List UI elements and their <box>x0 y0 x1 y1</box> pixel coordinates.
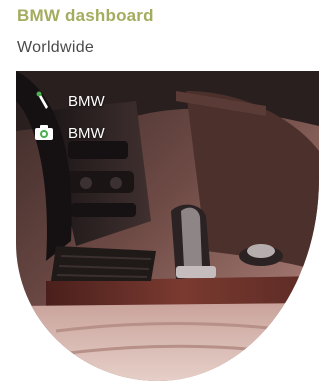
photo-label-row: BMW <box>34 91 105 111</box>
pin-icon <box>36 91 48 109</box>
camera-icon <box>35 125 53 140</box>
page-subtitle: Worldwide <box>17 39 95 56</box>
photo-label-row: BMW <box>34 123 105 143</box>
page-title: BMW dashboard <box>17 6 154 25</box>
photo-label-text: BMW <box>68 92 105 110</box>
car-interior-photo[interactable]: BMW BMW <box>16 71 319 381</box>
photo-label-text: BMW <box>68 124 105 142</box>
car-interior-illustration <box>16 71 319 381</box>
